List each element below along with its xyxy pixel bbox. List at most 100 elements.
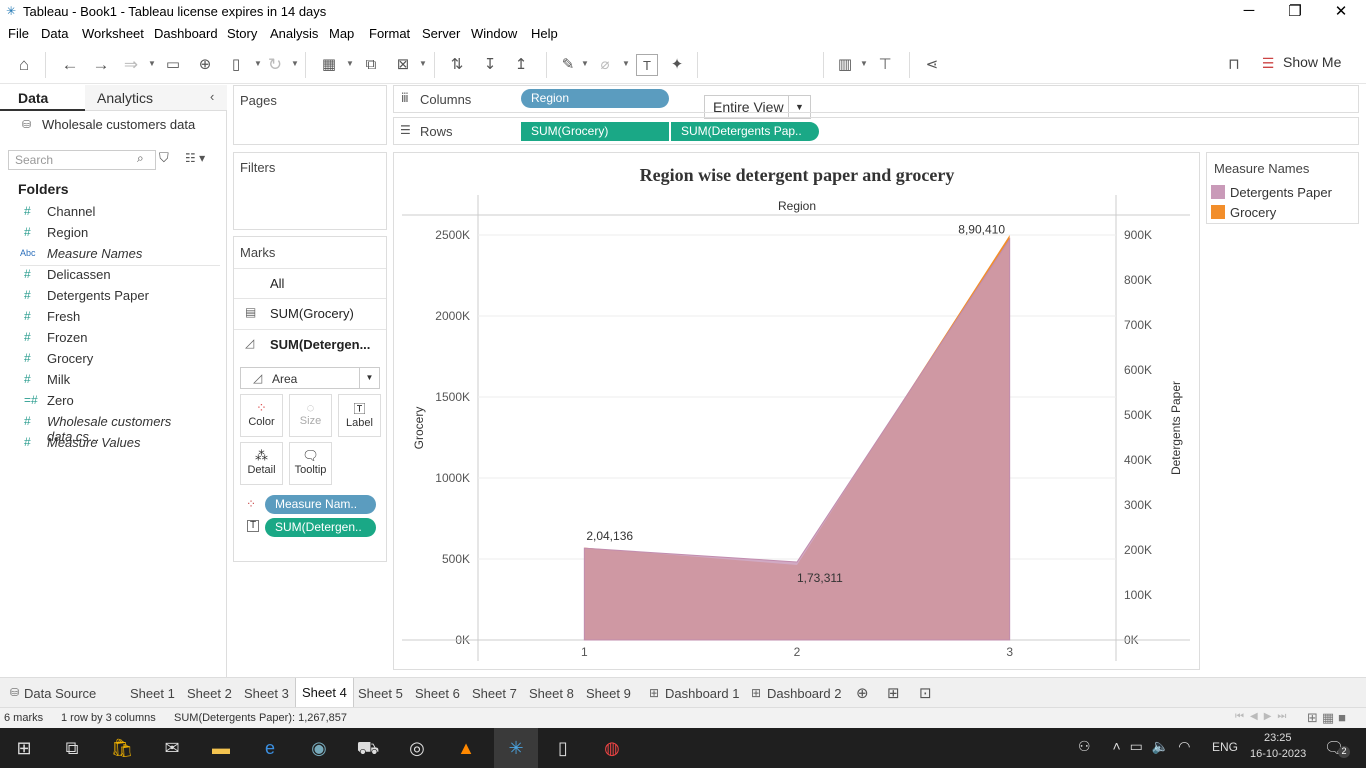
file-explorer-icon[interactable]: ▬	[207, 734, 235, 762]
field-item[interactable]: # Grocery	[0, 348, 220, 369]
view-options-icon[interactable]: ☷ ▾	[185, 151, 205, 165]
field-item[interactable]: =# Zero	[0, 390, 220, 411]
sheet-tab[interactable]: Sheet 9	[586, 686, 631, 701]
show-me-button[interactable]: Show Me	[1283, 54, 1341, 70]
menu-map[interactable]: Map	[329, 26, 354, 41]
sheet-view-icon[interactable]: ⊞▦■	[1307, 710, 1350, 726]
share-icon[interactable]: ⋖	[921, 54, 943, 76]
sheet-tab[interactable]: Sheet 1	[130, 686, 175, 701]
chevron-down-icon[interactable]: ▼	[148, 59, 156, 68]
color-legend[interactable]: Measure Names Detergents Paper Grocery	[1206, 152, 1359, 224]
highlighter-icon[interactable]: ⊓	[1223, 54, 1245, 76]
pill-measure-names[interactable]: Measure Nam..	[265, 495, 376, 514]
clock-time[interactable]: 23:25	[1264, 732, 1292, 744]
swap-rows-columns-icon[interactable]: ⇅	[446, 54, 468, 76]
mark-type-dropdown[interactable]: ◿ Area ▼	[240, 367, 380, 389]
field-item[interactable]: # Measure Values	[0, 432, 220, 453]
rows-shelf[interactable]: ☰ Rows SUM(Grocery) SUM(Detergents Pap..	[393, 117, 1359, 145]
menu-help[interactable]: Help	[531, 26, 558, 41]
new-story-icon[interactable]: ⊡	[919, 684, 932, 702]
chrome-icon[interactable]: ◍	[598, 734, 626, 762]
notepad-icon[interactable]: ▯	[549, 734, 577, 762]
task-view-icon[interactable]: ⧉	[58, 734, 86, 762]
save-icon[interactable]: ▭	[162, 54, 184, 76]
area-chart[interactable]: Region wise detergent paper and grocery R…	[394, 153, 1199, 669]
clock-date[interactable]: 16-10-2023	[1250, 748, 1306, 760]
app-icon[interactable]: ◉	[305, 734, 333, 762]
fix-axes-icon[interactable]: ✦	[666, 54, 688, 76]
chevron-down-icon[interactable]: ▼	[622, 59, 630, 68]
sheet-tab[interactable]: Sheet 5	[358, 686, 403, 701]
tab-analytics[interactable]: Analytics	[85, 85, 227, 111]
tab-dashboard-2[interactable]: Dashboard 2	[767, 686, 841, 701]
field-item[interactable]: # Milk	[0, 369, 220, 390]
detail-button[interactable]: ⁂ Detail	[240, 442, 283, 485]
language-indicator[interactable]: ENG	[1212, 740, 1238, 754]
tab-dashboard-1[interactable]: Dashboard 1	[665, 686, 739, 701]
columns-shelf[interactable]: ⅲ Columns Region	[393, 85, 1359, 113]
field-item[interactable]: Abc Measure Names	[0, 243, 220, 266]
chevron-down-icon[interactable]: ▼	[581, 59, 589, 68]
marks-detergents[interactable]: ◿ SUM(Detergen...	[234, 329, 386, 359]
sheet-navigation-icon[interactable]: ⏮◀▶⏭	[1235, 711, 1292, 722]
sort-ascending-icon[interactable]: ↧	[479, 54, 501, 76]
filters-card[interactable]: Filters	[233, 152, 387, 230]
sort-descending-icon[interactable]: ↥	[510, 54, 532, 76]
pill-region[interactable]: Region	[521, 89, 669, 108]
tooltip-button[interactable]: 🗨 Tooltip	[289, 442, 332, 485]
menu-server[interactable]: Server	[422, 26, 460, 41]
new-datasource-icon[interactable]: ⊕	[194, 54, 216, 76]
new-dashboard-icon[interactable]: ⊞	[887, 684, 900, 702]
field-item[interactable]: # Delicassen	[0, 264, 220, 285]
menu-data[interactable]: Data	[41, 26, 68, 41]
menu-format[interactable]: Format	[369, 26, 410, 41]
minimize-button[interactable]: ─	[1234, 2, 1264, 22]
sheet-tab[interactable]: Sheet 7	[472, 686, 517, 701]
field-item[interactable]: # Region	[0, 222, 220, 243]
tab-data-source[interactable]: Data Source	[24, 686, 96, 701]
menu-story[interactable]: Story	[227, 26, 257, 41]
sheet-tab[interactable]: Sheet 3	[244, 686, 289, 701]
replay-icon[interactable]: ⇒	[120, 54, 142, 76]
menu-dashboard[interactable]: Dashboard	[154, 26, 218, 41]
datasource-name[interactable]: Wholesale customers data	[42, 117, 195, 132]
system-tray-icons[interactable]: ⚇ ˄▭🔈◠	[1078, 738, 1200, 755]
undo-icon[interactable]: ←	[59, 54, 81, 76]
show-mark-labels-icon[interactable]: T	[636, 54, 658, 76]
field-item[interactable]: # Fresh	[0, 306, 220, 327]
redo-icon[interactable]: →	[90, 54, 112, 76]
sheet-tab[interactable]: Sheet 6	[415, 686, 460, 701]
size-button[interactable]: ◌ Size	[289, 394, 332, 437]
close-button[interactable]: ✕	[1326, 2, 1356, 22]
mail-icon[interactable]: ✉	[158, 734, 186, 762]
highlight-icon[interactable]: ✎	[557, 54, 579, 76]
sheet-tab[interactable]: Sheet 2	[187, 686, 232, 701]
show-cards-icon[interactable]: ▥	[834, 54, 856, 76]
clear-sheet-icon[interactable]: ⊠	[392, 54, 414, 76]
collapse-pane-icon[interactable]: ‹	[210, 89, 214, 104]
menu-file[interactable]: File	[8, 26, 29, 41]
menu-worksheet[interactable]: Worksheet	[82, 26, 144, 41]
chevron-down-icon[interactable]: ▼	[254, 59, 262, 68]
legend-item-detergents[interactable]: Detergents Paper	[1230, 185, 1332, 200]
filter-icon[interactable]: ⛉	[159, 150, 169, 166]
field-item[interactable]: # Channel	[0, 201, 220, 222]
color-button[interactable]: ⁘ Color	[240, 394, 283, 437]
edge-icon[interactable]: e	[256, 734, 284, 762]
search-input[interactable]: Search	[8, 150, 156, 170]
chevron-down-icon[interactable]: ▼	[419, 59, 427, 68]
app-icon[interactable]: ◎	[403, 734, 431, 762]
pause-updates-icon[interactable]: ▯	[225, 54, 247, 76]
chevron-down-icon[interactable]: ▼	[860, 59, 868, 68]
app-icon[interactable]: ⛟	[354, 734, 382, 762]
chevron-down-icon[interactable]: ▼	[291, 59, 299, 68]
pill-sum-detergents[interactable]: SUM(Detergen..	[265, 518, 376, 537]
chevron-down-icon[interactable]: ▼	[346, 59, 354, 68]
pages-card[interactable]: Pages	[233, 85, 387, 145]
pill-sum-grocery[interactable]: SUM(Grocery)	[521, 122, 669, 141]
home-icon[interactable]: ⌂	[13, 54, 35, 76]
field-item[interactable]: # Detergents Paper	[0, 285, 220, 306]
menu-analysis[interactable]: Analysis	[270, 26, 318, 41]
start-icon[interactable]: ⊞	[10, 734, 38, 762]
duplicate-sheet-icon[interactable]: ⧉	[360, 54, 382, 76]
